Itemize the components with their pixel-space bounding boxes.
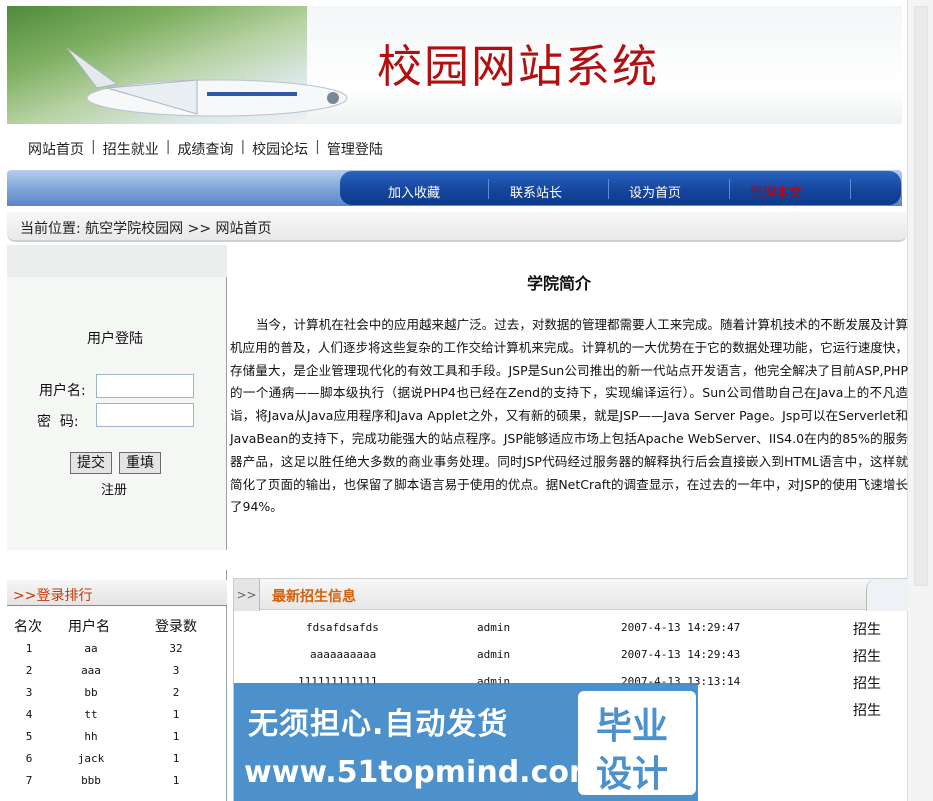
recruitment-title: 最新招生信息	[272, 589, 356, 605]
site-title: 校园网站系统	[377, 40, 660, 93]
username-label: 用户名:	[39, 383, 86, 399]
nav-forum[interactable]: 校园论坛	[252, 139, 308, 159]
link-divider	[729, 179, 730, 199]
rank-cell: 1	[25, 642, 33, 655]
watermark-badge: 毕业 设计	[578, 691, 696, 795]
login-panel-header	[7, 245, 227, 277]
more-tab[interactable]	[866, 579, 908, 611]
intro-title: 学院简介	[527, 274, 592, 293]
username-input[interactable]	[96, 374, 194, 398]
col-rank-header: 名次	[14, 619, 42, 635]
site-banner: 校园网站系统	[7, 6, 902, 124]
airplane-icon	[66, 47, 348, 117]
rank-cell: 3	[25, 686, 33, 699]
user-cell: bbb	[81, 774, 101, 787]
watermark-banner: 无须担心.自动发货 www.51topmind.com 毕业 设计	[234, 683, 698, 801]
count-cell: 1	[172, 774, 180, 787]
user-cell: tt	[84, 708, 98, 721]
count-cell: 1	[172, 730, 180, 743]
password-input[interactable]	[96, 403, 194, 427]
breadcrumb-text: 当前位置: 航空学院校园网 >> 网站首页	[20, 221, 272, 237]
rank-cell: 5	[25, 730, 33, 743]
rank-cell: 6	[25, 752, 33, 765]
reset-button[interactable]: 重填	[119, 452, 161, 474]
count-cell: 32	[169, 642, 183, 655]
rank-cell: 7	[25, 774, 33, 787]
nav-separator: |	[315, 139, 320, 155]
nav-home[interactable]: 网站首页	[28, 139, 84, 159]
login-ranking-panel: >>登录排行 名次 用户名 登录数 1 aa 32 2 aaa 3 3 bb 2…	[7, 570, 227, 801]
nav-admin-login[interactable]: 管理登陆	[327, 139, 383, 159]
password-label: 密 码:	[37, 414, 79, 430]
ranking-title: >>登录排行	[13, 588, 93, 604]
manage-article-link[interactable]: 管理本文	[750, 182, 802, 201]
intro-text: 当今，计算机在社会中的应用越来越广泛。过去，对数据的管理都需要人工来完成。随着计…	[230, 317, 908, 515]
page: 校园网站系统 网站首页 | 招生就业 | 成绩查询 | 校园论坛 | 管理登陆 …	[0, 0, 933, 801]
count-cell: 3	[172, 664, 180, 677]
nav-separator: |	[240, 139, 246, 155]
badge-line1: 毕业	[596, 706, 669, 747]
recruitment-header: >> 最新招生信息	[234, 578, 908, 611]
count-cell: 1	[172, 752, 180, 765]
breadcrumb: 当前位置: 航空学院校园网 >> 网站首页	[7, 212, 907, 242]
watermark-url: www.51topmind.com	[244, 755, 601, 790]
add-favorite-link[interactable]: 加入收藏	[388, 182, 440, 201]
news-date: 2007-4-13 14:29:43	[621, 648, 741, 661]
link-divider	[488, 179, 489, 199]
news-title-link[interactable]: fdsafdsafds	[306, 621, 379, 634]
nav-grades[interactable]: 成绩查询	[177, 139, 233, 159]
window-scrollbar[interactable]	[907, 0, 933, 801]
login-panel: 用户登陆 用户名: 密 码: 提交 重填 注册	[7, 245, 227, 550]
nav-separator: |	[165, 139, 171, 155]
submit-button[interactable]: 提交	[70, 452, 112, 474]
login-title: 用户登陆	[87, 331, 143, 347]
set-homepage-link[interactable]: 设为首页	[629, 182, 681, 201]
link-divider	[850, 179, 851, 199]
user-cell: aa	[84, 642, 98, 655]
user-cell: aaa	[81, 664, 101, 677]
user-cell: hh	[84, 730, 98, 743]
news-category: 招生	[853, 703, 881, 719]
news-category: 招生	[853, 676, 881, 692]
nav-admission[interactable]: 招生就业	[103, 139, 159, 159]
register-link[interactable]: 注册	[101, 479, 127, 498]
contact-admin-link[interactable]: 联系站长	[510, 182, 562, 201]
news-author: admin	[477, 648, 511, 661]
rank-cell: 2	[25, 664, 33, 677]
news-title-link[interactable]: aaaaaaaaaa	[310, 648, 376, 661]
quick-links-bar: 加入收藏 联系站长 设为首页 管理本文	[7, 170, 902, 206]
news-date: 2007-4-13 14:29:47	[621, 621, 741, 634]
quick-links-panel: 加入收藏 联系站长 设为首页 管理本文	[340, 171, 901, 205]
link-divider	[608, 179, 609, 199]
ranking-header: >>登录排行	[7, 580, 227, 606]
count-cell: 1	[172, 708, 180, 721]
nav-separator: |	[91, 139, 96, 155]
badge-line2: 设计	[596, 754, 669, 795]
user-cell: bb	[84, 686, 98, 699]
count-cell: 2	[172, 686, 180, 699]
col-user-header: 用户名	[68, 619, 110, 635]
user-cell: jack	[77, 752, 105, 765]
scrollbar-thumb[interactable]	[914, 6, 928, 586]
watermark-slogan: 无须担心.自动发货	[248, 707, 509, 742]
news-category: 招生	[853, 622, 881, 638]
news-category: 招生	[853, 649, 881, 665]
top-nav: 网站首页 | 招生就业 | 成绩查询 | 校园论坛 | 管理登陆	[7, 126, 902, 170]
rank-cell: 4	[25, 708, 33, 721]
news-author: admin	[477, 621, 511, 634]
double-arrow-icon: >>	[234, 579, 260, 611]
col-count-header: 登录数	[155, 619, 197, 635]
